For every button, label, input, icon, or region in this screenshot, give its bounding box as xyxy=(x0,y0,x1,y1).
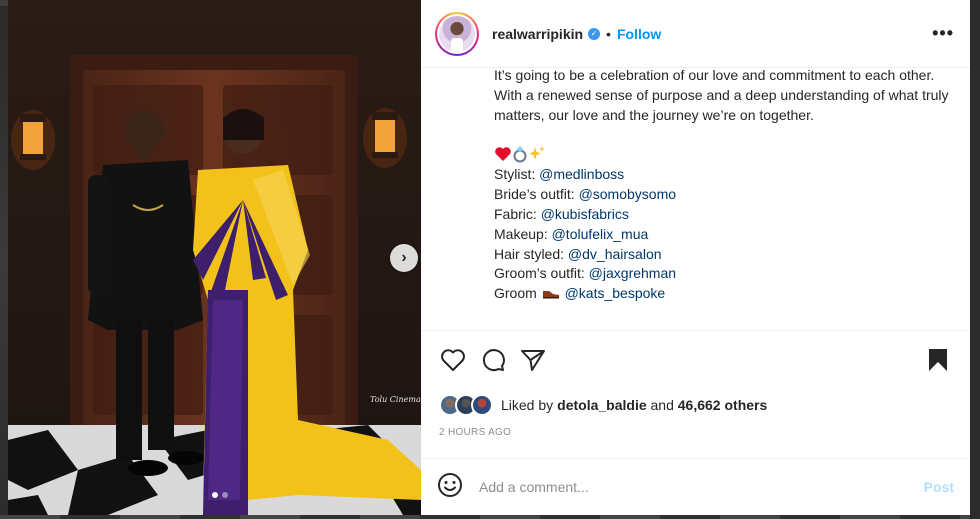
credit-stylist: Stylist: @medlinboss xyxy=(494,166,625,183)
credit-brides-outfit: Bride’s outfit: @somobysomo xyxy=(494,186,677,203)
comment-input[interactable] xyxy=(479,479,924,495)
credit-makeup: Makeup: @tolufelix_mua xyxy=(494,225,649,242)
slide-dot xyxy=(222,492,228,498)
action-bar xyxy=(421,330,970,388)
send-icon xyxy=(521,349,545,371)
mention-link[interactable]: @dv_hairsalon xyxy=(568,246,662,262)
slide-indicator xyxy=(212,492,228,498)
avatar-image xyxy=(439,15,475,52)
follow-button[interactable]: Follow xyxy=(617,26,661,42)
share-button[interactable] xyxy=(519,346,547,374)
photo-watermark: Tolu Cinema xyxy=(370,395,421,404)
credit-groom-shoes: Groom @kats_bespoke xyxy=(494,284,954,304)
save-button[interactable] xyxy=(924,346,952,374)
liker-avatars[interactable] xyxy=(439,394,493,416)
post-caption: It’s going to be a celebration of our lo… xyxy=(421,68,970,330)
mention-link[interactable]: @somobysomo xyxy=(579,186,676,202)
like-button[interactable] xyxy=(439,346,467,374)
slide-dot-active xyxy=(212,492,218,498)
post-timestamp[interactable]: 2 HOURS AGO xyxy=(421,427,970,438)
more-options-icon[interactable]: ••• xyxy=(932,23,954,44)
heart-icon xyxy=(441,348,465,371)
comment-button[interactable] xyxy=(479,346,507,374)
mention-link[interactable]: @kubisfabrics xyxy=(541,206,629,222)
likes-count-link[interactable]: 46,662 others xyxy=(678,397,768,413)
chevron-right-icon: › xyxy=(401,249,407,266)
post-comment-button[interactable]: Post xyxy=(924,479,954,495)
credit-fabric: Fabric: @kubisfabrics xyxy=(494,205,629,222)
post-header: realwarripikin ✓ • Follow ••• xyxy=(421,0,970,68)
post-details-panel: realwarripikin ✓ • Follow ••• It’s going… xyxy=(421,0,970,515)
bookmark-filled-icon xyxy=(929,348,947,371)
next-slide-button[interactable]: › xyxy=(390,244,418,272)
mention-link[interactable]: @kats_bespoke xyxy=(565,285,666,301)
avatar[interactable] xyxy=(435,11,479,56)
likes-summary: Liked by detola_baldie and 46,662 others xyxy=(421,389,970,421)
comment-bar: Post xyxy=(421,458,970,515)
shoe-icon xyxy=(541,285,561,305)
likes-prefix: Liked by xyxy=(501,397,554,413)
credit-hair: Hair styled: @dv_hairsalon xyxy=(494,245,662,262)
username-link[interactable]: realwarripikin xyxy=(492,26,583,42)
mention-link[interactable]: @medlinboss xyxy=(539,166,624,182)
caption-emojis xyxy=(494,145,954,165)
avatar xyxy=(471,394,493,416)
mention-link[interactable]: @jaxgrehman xyxy=(589,265,676,281)
backdrop-bottom-strip xyxy=(0,515,980,519)
post-media[interactable]: Tolu Cinema › xyxy=(8,0,421,515)
emoji-picker-icon[interactable] xyxy=(437,472,463,503)
mention-link[interactable]: @tolufelix_mua xyxy=(552,226,649,242)
backdrop-right-edge xyxy=(970,0,980,519)
verified-badge-icon: ✓ xyxy=(588,27,601,40)
likes-and: and xyxy=(646,397,678,413)
comment-icon xyxy=(482,348,505,371)
caption-text: It’s going to be a celebration of our lo… xyxy=(494,68,949,123)
credit-grooms-outfit: Groom’s outfit: @jaxgrehman xyxy=(494,265,677,282)
post-photo: Tolu Cinema xyxy=(8,0,421,515)
separator-dot: • xyxy=(606,25,611,42)
first-liker-link[interactable]: detola_baldie xyxy=(557,397,646,413)
